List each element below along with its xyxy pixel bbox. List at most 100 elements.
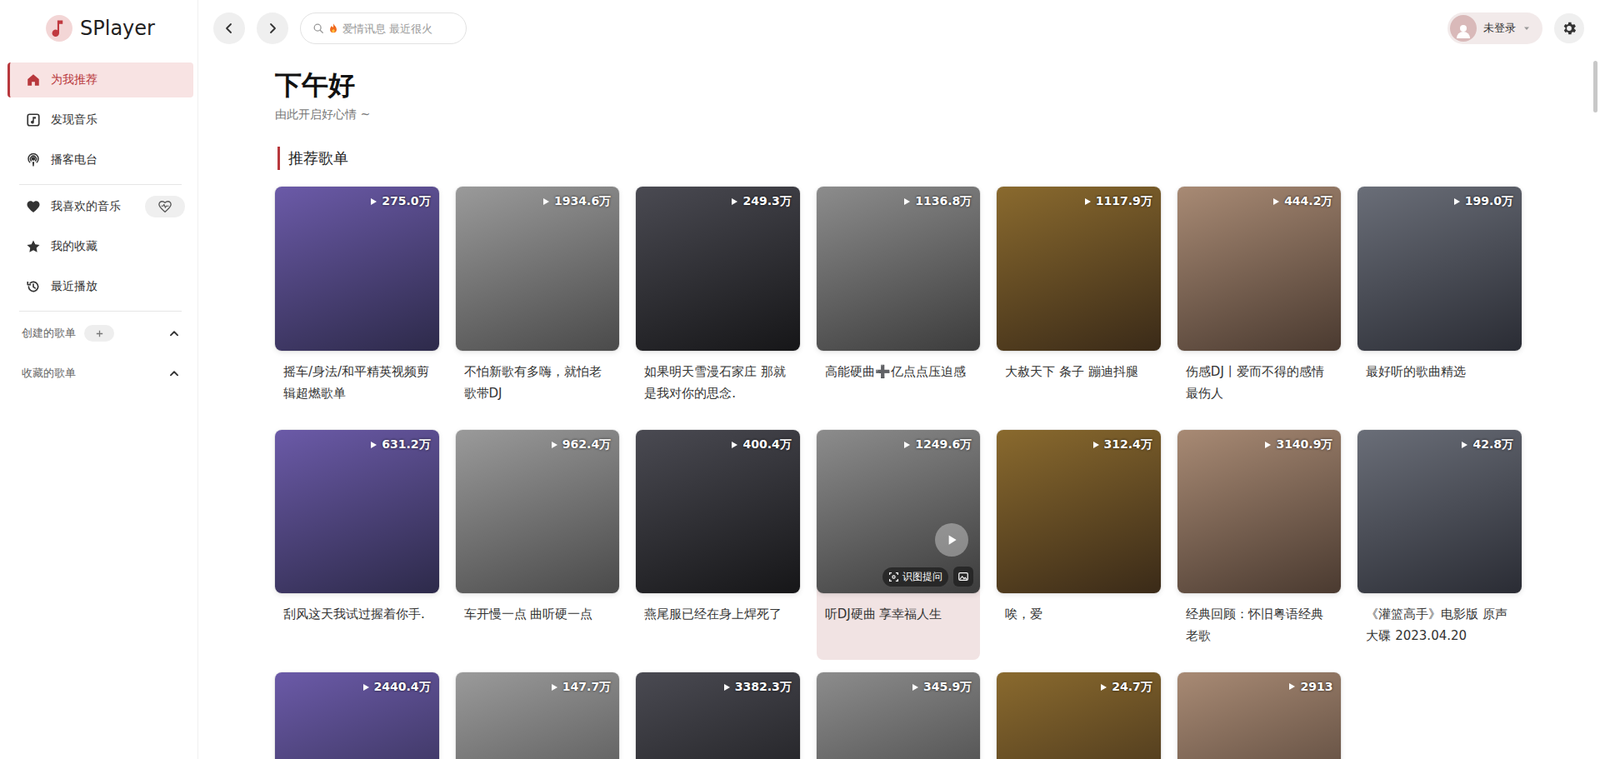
forward-button[interactable] bbox=[256, 12, 289, 45]
playlist-cover[interactable]: 962.4万 bbox=[455, 430, 620, 595]
playlist-title[interactable]: 唉，爱 bbox=[996, 593, 1161, 660]
scrollbar-thumb[interactable] bbox=[1593, 60, 1598, 113]
playlist-title[interactable]: 《灌篮高手》电影版 原声大碟 2023.04.20 bbox=[1357, 593, 1522, 660]
playlist-card[interactable]: 147.7万 bbox=[455, 672, 620, 759]
play-icon bbox=[1271, 197, 1280, 206]
playlist-cover[interactable]: 1136.8万 bbox=[816, 186, 981, 351]
play-count: 3382.3万 bbox=[735, 680, 792, 695]
playlist-card[interactable]: 345.9万 bbox=[816, 672, 981, 759]
playlist-cover[interactable]: 345.9万 bbox=[816, 672, 981, 759]
playlist-cover[interactable]: 1117.9万 bbox=[996, 186, 1161, 351]
playlist-card[interactable]: 400.4万燕尾服已经在身上焊死了 bbox=[635, 430, 800, 661]
play-icon bbox=[730, 197, 739, 206]
play-count: 249.3万 bbox=[742, 194, 791, 210]
playlist-group[interactable]: 创建的歌单 bbox=[7, 315, 194, 351]
playlist-title[interactable]: 大赦天下 条子 蹦迪抖腿 bbox=[996, 350, 1161, 418]
logo[interactable]: SPlayer bbox=[7, 0, 194, 57]
playlist-title[interactable]: 不怕新歌有多嗨，就怕老歌带DJ bbox=[455, 350, 620, 418]
playlist-cover[interactable]: 1249.6万识图提问 bbox=[816, 430, 981, 595]
chevron-left-icon bbox=[222, 21, 236, 35]
playlist-card[interactable]: 1117.9万大赦天下 条子 蹦迪抖腿 bbox=[996, 186, 1161, 418]
playlist-card[interactable]: 2913 bbox=[1177, 672, 1342, 759]
nav-list: 为我推荐发现音乐播客电台 bbox=[7, 62, 194, 178]
chevron-icon[interactable] bbox=[168, 367, 180, 380]
playlist-cover[interactable]: 1934.6万 bbox=[455, 186, 620, 351]
playlist-cover[interactable]: 2440.4万 bbox=[275, 672, 440, 759]
play-count-badge: 199.0万 bbox=[1452, 194, 1514, 210]
play-count: 312.4万 bbox=[1104, 437, 1153, 453]
nav-item[interactable]: 为我推荐 bbox=[7, 62, 194, 98]
playlist-title[interactable]: 高能硬曲➕亿点点压迫感 bbox=[816, 350, 981, 418]
heartbeat-mode-button[interactable] bbox=[145, 195, 185, 218]
playlist-cover[interactable]: 444.2万 bbox=[1177, 186, 1342, 351]
playlist-cover[interactable]: 42.8万 bbox=[1357, 430, 1522, 595]
playlist-card[interactable]: 444.2万伤感DJ丨爱而不得的感情最伤人 bbox=[1177, 186, 1342, 418]
play-button[interactable] bbox=[935, 523, 969, 557]
image-tool-tag[interactable]: 识图提问 bbox=[882, 567, 949, 587]
playlist-cover[interactable]: 275.0万 bbox=[275, 186, 440, 351]
sidebar: SPlayer 为我推荐发现音乐播客电台我喜欢的音乐我的收藏最近播放创建的歌单收藏… bbox=[0, 0, 199, 759]
playlist-card[interactable]: 199.0万最好听的歌曲精选 bbox=[1357, 186, 1522, 418]
play-count: 147.7万 bbox=[562, 680, 611, 695]
playlist-title[interactable]: 如果明天雪漫石家庄 那就是我对你的思念. bbox=[635, 350, 800, 418]
play-count-badge: 312.4万 bbox=[1091, 437, 1153, 453]
back-button[interactable] bbox=[213, 12, 245, 45]
playlist-card[interactable]: 249.3万如果明天雪漫石家庄 那就是我对你的思念. bbox=[635, 186, 800, 418]
playlist-card[interactable]: 312.4万唉，爱 bbox=[996, 430, 1161, 661]
playlist-cover[interactable]: 3140.9万 bbox=[1177, 430, 1342, 595]
playlist-cover[interactable]: 2913 bbox=[1177, 672, 1342, 759]
playlist-title[interactable]: 刮风这天我试过握着你手. bbox=[275, 593, 440, 660]
image-search-button[interactable] bbox=[953, 566, 974, 587]
playlist-card[interactable]: 3140.9万经典回顾：怀旧粤语经典老歌 bbox=[1177, 430, 1342, 661]
image-icon bbox=[957, 570, 970, 583]
app-name: SPlayer bbox=[80, 16, 155, 40]
playlist-cover[interactable]: 400.4万 bbox=[635, 430, 800, 595]
playlist-cover[interactable]: 147.7万 bbox=[455, 672, 620, 759]
playlist-card[interactable]: 2440.4万 bbox=[275, 672, 440, 759]
play-count-badge: 147.7万 bbox=[550, 680, 611, 695]
playlist-title[interactable]: 伤感DJ丨爱而不得的感情最伤人 bbox=[1177, 350, 1342, 418]
play-icon bbox=[944, 532, 960, 548]
playlist-card[interactable]: 631.2万刮风这天我试过握着你手. bbox=[275, 430, 440, 661]
settings-button[interactable] bbox=[1554, 13, 1585, 44]
play-count-badge: 3140.9万 bbox=[1263, 437, 1333, 453]
user-menu[interactable]: 未登录 bbox=[1447, 12, 1543, 45]
playlist-card[interactable]: 1136.8万高能硬曲➕亿点点压迫感 bbox=[816, 186, 981, 418]
playlist-card[interactable]: 275.0万摇车/身法/和平精英视频剪辑超燃歌单 bbox=[275, 186, 440, 418]
library-item[interactable]: 我的收藏 bbox=[7, 229, 194, 265]
playlist-title[interactable]: 摇车/身法/和平精英视频剪辑超燃歌单 bbox=[275, 350, 440, 418]
play-count: 2913 bbox=[1300, 680, 1333, 694]
playlist-cover[interactable]: 631.2万 bbox=[275, 430, 440, 595]
play-icon bbox=[902, 197, 911, 206]
playlist-cover[interactable]: 3382.3万 bbox=[635, 672, 800, 759]
nav-item[interactable]: 发现音乐 bbox=[7, 102, 194, 138]
playlist-title[interactable]: 听DJ硬曲 享幸福人生 bbox=[816, 593, 981, 660]
nav-item[interactable]: 播客电台 bbox=[7, 142, 194, 178]
playlist-title[interactable]: 车开慢一点 曲听硬一点 bbox=[455, 593, 620, 660]
add-playlist-button[interactable] bbox=[84, 325, 115, 342]
image-tool-label: 识图提问 bbox=[902, 570, 943, 585]
playlist-title[interactable]: 经典回顾：怀旧粤语经典老歌 bbox=[1177, 593, 1342, 660]
playlist-card[interactable]: 24.7万 bbox=[996, 672, 1161, 759]
library-item[interactable]: 我喜欢的音乐 bbox=[7, 189, 194, 225]
library-item[interactable]: 最近播放 bbox=[7, 269, 194, 305]
play-icon bbox=[550, 440, 559, 450]
playlist-cover[interactable]: 249.3万 bbox=[635, 186, 800, 351]
search-input[interactable] bbox=[342, 22, 458, 35]
playlist-card[interactable]: 1934.6万不怕新歌有多嗨，就怕老歌带DJ bbox=[455, 186, 620, 418]
playlist-title[interactable]: 燕尾服已经在身上焊死了 bbox=[635, 593, 800, 660]
playlist-title[interactable]: 最好听的歌曲精选 bbox=[1357, 350, 1522, 418]
chevron-icon[interactable] bbox=[168, 327, 180, 340]
playlist-card[interactable]: 962.4万车开慢一点 曲听硬一点 bbox=[455, 430, 620, 661]
playlist-card[interactable]: 42.8万《灌篮高手》电影版 原声大碟 2023.04.20 bbox=[1357, 430, 1522, 661]
play-icon bbox=[730, 440, 739, 450]
playlist-card[interactable]: 3382.3万 bbox=[635, 672, 800, 759]
playlist-group[interactable]: 收藏的歌单 bbox=[7, 355, 194, 391]
playlist-card[interactable]: 1249.6万识图提问听DJ硬曲 享幸福人生 bbox=[816, 430, 981, 661]
playlist-cover[interactable]: 312.4万 bbox=[996, 430, 1161, 595]
playlist-cover[interactable]: 199.0万 bbox=[1357, 186, 1522, 351]
group-label: 收藏的歌单 bbox=[21, 365, 76, 381]
playlist-cover[interactable]: 24.7万 bbox=[996, 672, 1161, 759]
album-icon bbox=[25, 112, 41, 128]
search-field[interactable] bbox=[300, 12, 467, 45]
